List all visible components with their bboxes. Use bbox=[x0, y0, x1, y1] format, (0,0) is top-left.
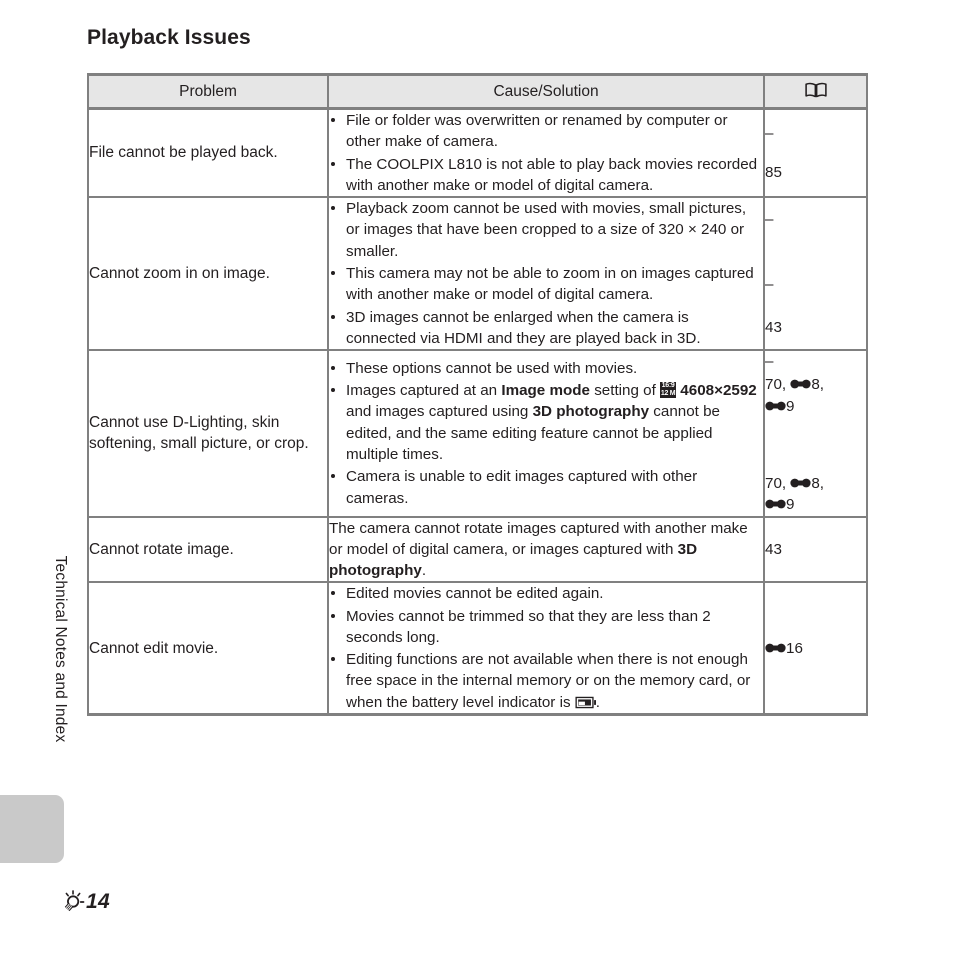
reference-value: 70, 8, bbox=[765, 473, 866, 494]
section-side-label: Technical Notes and Index bbox=[52, 555, 69, 743]
list-item: The COOLPIX L810 is not able to play bac… bbox=[329, 154, 763, 197]
table-row: Cannot rotate image. The camera cannot r… bbox=[87, 516, 868, 584]
problem-cell: Cannot zoom in on image. bbox=[87, 197, 329, 352]
cause-cell: These options cannot be used with movies… bbox=[327, 350, 765, 518]
reference-value: 70, 8, bbox=[765, 374, 866, 395]
problem-cell: Cannot rotate image. bbox=[87, 516, 329, 584]
badge-top: 16:9 bbox=[661, 382, 675, 390]
image-mode-badge-icon: 16:9 12 M bbox=[660, 382, 677, 399]
ref-page: 8, bbox=[811, 474, 825, 492]
reference-cell: 43 bbox=[763, 516, 868, 584]
ref-page: 9 bbox=[786, 397, 795, 415]
reference-value: – bbox=[765, 124, 774, 142]
reference-value: 9 bbox=[765, 494, 866, 515]
cause-list: These options cannot be used with movies… bbox=[329, 358, 763, 509]
badge-bottom: 12 M bbox=[660, 389, 676, 397]
problem-cell: Cannot edit movie. bbox=[87, 582, 329, 717]
column-header-cause: Cause/Solution bbox=[327, 73, 765, 110]
reference-cell: – – 43 bbox=[763, 197, 868, 352]
text-fragment: . bbox=[595, 693, 601, 711]
cause-cell: The camera cannot rotate images captured… bbox=[327, 516, 765, 584]
text-fragment: . bbox=[421, 562, 427, 580]
list-item: Playback zoom cannot be used with movies… bbox=[329, 198, 763, 262]
reference-cell: – 85 bbox=[763, 108, 868, 199]
ref-page: 8, bbox=[811, 376, 825, 394]
list-item: These options cannot be used with movies… bbox=[329, 358, 763, 379]
text-fragment: and images captured using bbox=[346, 403, 533, 421]
reference-value: 43 bbox=[765, 319, 782, 337]
reference-value: – bbox=[765, 210, 774, 228]
term-3d: 3D bbox=[532, 403, 553, 421]
cause-list: Edited movies cannot be edited again. Mo… bbox=[329, 583, 763, 713]
battery-low-icon bbox=[575, 694, 596, 708]
reference-value: 9 bbox=[765, 396, 866, 417]
text-fragment: setting of bbox=[589, 382, 661, 400]
list-item: Images captured at an Image mode setting… bbox=[329, 380, 763, 465]
ref-page: 70, bbox=[765, 376, 791, 394]
term-image-mode: Image mode bbox=[501, 382, 590, 400]
list-item: Editing functions are not available when… bbox=[329, 649, 763, 713]
reference-section-icon bbox=[765, 639, 786, 652]
reference-section-icon bbox=[765, 495, 786, 509]
ref-page: 9 bbox=[786, 496, 795, 514]
open-book-icon bbox=[804, 82, 827, 98]
list-item: 3D images cannot be enlarged when the ca… bbox=[329, 307, 763, 350]
term-resolution: 4608×2592 bbox=[680, 382, 757, 400]
reference-section-icon bbox=[765, 397, 786, 411]
list-item: This camera may not be able to zoom in o… bbox=[329, 263, 763, 306]
cause-cell: Edited movies cannot be edited again. Mo… bbox=[327, 582, 765, 717]
cause-paragraph: The camera cannot rotate images captured… bbox=[329, 518, 763, 582]
reference-section-icon bbox=[790, 474, 811, 488]
cause-cell: Playback zoom cannot be used with movies… bbox=[327, 197, 765, 352]
table-row: Cannot zoom in on image. Playback zoom c… bbox=[87, 197, 868, 352]
section-thumb-tab bbox=[0, 795, 64, 863]
problem-cell: Cannot use D-Lighting, skin softening, s… bbox=[87, 350, 329, 518]
text-fragment: Editing functions are not available when… bbox=[346, 651, 751, 711]
page-number: 14 bbox=[86, 890, 110, 913]
term-photography: photography bbox=[556, 403, 650, 421]
list-item: File or folder was overwritten or rename… bbox=[329, 110, 763, 153]
cause-list: Playback zoom cannot be used with movies… bbox=[329, 198, 763, 349]
reference-value: 43 bbox=[765, 540, 782, 558]
problem-cell: File cannot be played back. bbox=[87, 108, 329, 199]
table-header-row: Problem Cause/Solution bbox=[87, 73, 868, 110]
reference-value: 85 bbox=[765, 164, 782, 182]
tip-bulb-icon bbox=[62, 890, 85, 914]
list-item: Edited movies cannot be edited again. bbox=[329, 583, 763, 604]
table-row: Cannot edit movie. Edited movies cannot … bbox=[87, 582, 868, 717]
reference-cell: 16 bbox=[763, 582, 868, 717]
reference-value: 16 bbox=[765, 638, 866, 659]
cause-list: File or folder was overwritten or rename… bbox=[329, 110, 763, 196]
ref-page: 16 bbox=[786, 639, 803, 657]
list-item: Camera is unable to edit images captured… bbox=[329, 466, 763, 509]
column-header-reference bbox=[763, 73, 868, 110]
reference-value: – bbox=[765, 353, 774, 371]
list-item: Movies cannot be trimmed so that they ar… bbox=[329, 606, 763, 649]
table-row: File cannot be played back. File or fold… bbox=[87, 108, 868, 199]
reference-value: – bbox=[765, 275, 774, 293]
column-header-problem: Problem bbox=[87, 73, 329, 110]
text-fragment: Images captured at an bbox=[346, 382, 502, 400]
cause-cell: File or folder was overwritten or rename… bbox=[327, 108, 765, 199]
page-title: Playback Issues bbox=[87, 26, 251, 49]
playback-issues-table: Problem Cause/Solution File cannot be pl… bbox=[87, 73, 868, 717]
reference-cell: – 70, 8, 9 70, 8, 9 bbox=[763, 350, 868, 518]
reference-section-icon bbox=[790, 375, 811, 389]
page-footer: 14 bbox=[62, 890, 110, 914]
table-row: Cannot use D-Lighting, skin softening, s… bbox=[87, 350, 868, 518]
ref-page: 70, bbox=[765, 474, 791, 492]
